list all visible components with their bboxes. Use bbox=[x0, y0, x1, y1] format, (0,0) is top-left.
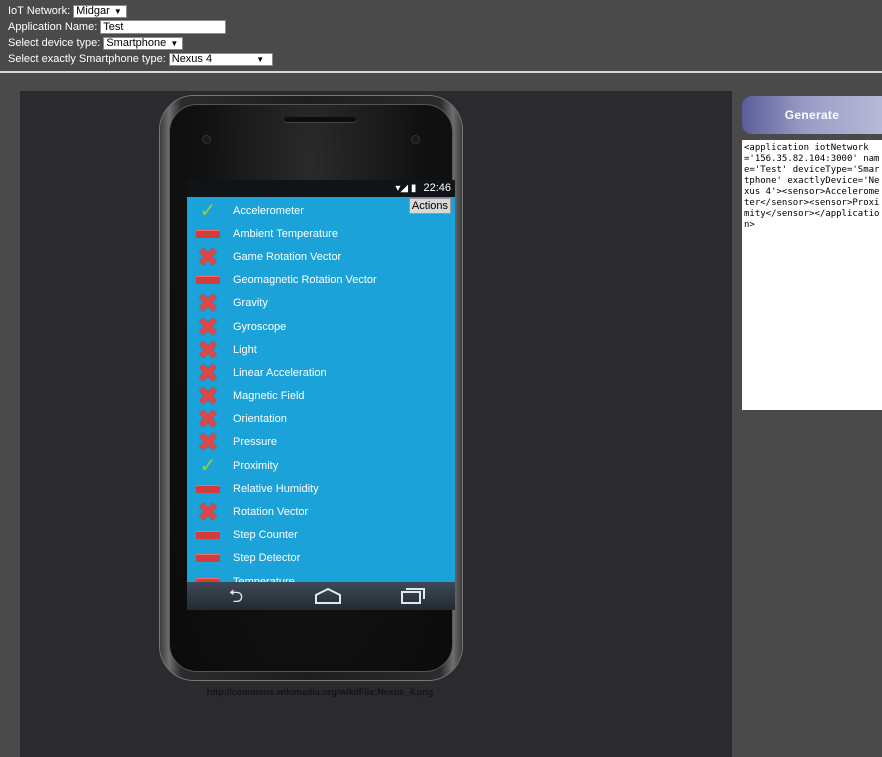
app-name-label: Application Name: bbox=[8, 21, 98, 33]
device-type-row: Select device type: Smartphone ▼ bbox=[8, 36, 184, 50]
cross-icon[interactable]: ✖ bbox=[193, 314, 223, 340]
sensor-label: Game Rotation Vector bbox=[233, 250, 342, 263]
sensor-item[interactable]: Geomagnetic Rotation Vector bbox=[187, 269, 455, 292]
sensor-label: Linear Acceleration bbox=[233, 366, 327, 379]
exact-device-select[interactable]: Nexus 4 ▼ bbox=[168, 52, 274, 66]
speaker-grille bbox=[284, 117, 356, 122]
phone-panel: ▾◢ ▮ 22:46 ✓ Accelerometer Ambient Tempera… bbox=[20, 91, 732, 757]
sensor-label: Orientation bbox=[233, 413, 287, 426]
back-icon[interactable]: ⮌ bbox=[216, 587, 256, 605]
dropdown-arrow-icon: ▼ bbox=[256, 54, 265, 64]
sensor-label: Accelerometer bbox=[233, 204, 304, 217]
sensor-item[interactable]: ✖ Rotation Vector bbox=[187, 499, 455, 525]
exact-device-row: Select exactly Smartphone type: Nexus 4 … bbox=[8, 52, 274, 66]
image-credit: http://commons.wikimedia.org/wiki/File:N… bbox=[206, 687, 434, 697]
sensor-dot bbox=[202, 135, 211, 144]
sensor-item[interactable]: ✖ Orientation bbox=[187, 406, 455, 432]
sensor-item[interactable]: Ambient Temperature bbox=[187, 222, 455, 245]
sensor-label: Pressure bbox=[233, 436, 278, 449]
sensor-label: Ambient Temperature bbox=[233, 227, 338, 240]
actions-button[interactable]: Actions bbox=[408, 198, 451, 214]
recent-apps-icon[interactable] bbox=[400, 587, 426, 605]
sensor-item[interactable]: ✖ Magnetic Field bbox=[187, 383, 455, 409]
cross-icon[interactable]: ✖ bbox=[193, 499, 223, 525]
cross-icon[interactable]: ✖ bbox=[193, 360, 223, 386]
app-name-input[interactable]: Test bbox=[100, 20, 227, 34]
status-bar: ▾◢ ▮ 22:46 bbox=[187, 180, 455, 197]
network-label: IoT Network: bbox=[8, 5, 71, 17]
app-name-row: Application Name: Test bbox=[8, 20, 227, 34]
xml-output[interactable]: <application iotNetwork='156.35.82.104:3… bbox=[742, 140, 882, 410]
sensor-label: Geomagnetic Rotation Vector bbox=[233, 274, 377, 287]
sensor-item[interactable]: Step Detector bbox=[187, 547, 455, 570]
signal-battery-icon: ▾◢ ▮ bbox=[395, 183, 417, 194]
dropdown-arrow-icon: ▼ bbox=[113, 6, 122, 16]
sensor-item[interactable]: ✖ Pressure bbox=[187, 429, 455, 455]
sensor-label: Gravity bbox=[233, 297, 268, 310]
exact-device-select-value: Nexus 4 bbox=[171, 52, 213, 65]
sensor-label: Proximity bbox=[233, 459, 279, 472]
exact-device-label: Select exactly Smartphone type: bbox=[8, 53, 166, 65]
network-select-value: Midgar bbox=[76, 4, 110, 17]
sensor-label: Step Detector bbox=[233, 552, 301, 565]
minus-icon[interactable] bbox=[193, 224, 223, 244]
nav-bar: ⮌ bbox=[187, 582, 455, 610]
cross-icon[interactable]: ✖ bbox=[193, 244, 223, 270]
device-type-select-value: Smartphone bbox=[106, 36, 167, 49]
sensor-item[interactable]: ✖ Gyroscope bbox=[187, 314, 455, 340]
sensor-label: Rotation Vector bbox=[233, 506, 309, 519]
network-row: IoT Network: Midgar ▼ bbox=[8, 4, 127, 18]
status-time: 22:46 bbox=[423, 182, 451, 194]
minus-icon[interactable] bbox=[193, 548, 223, 568]
divider bbox=[0, 71, 882, 73]
sensor-item[interactable]: ✖ Light bbox=[187, 337, 455, 363]
sensor-label: Relative Humidity bbox=[233, 482, 319, 495]
sensor-item[interactable]: ✖ Gravity bbox=[187, 290, 455, 316]
dropdown-arrow-icon: ▼ bbox=[170, 38, 179, 48]
minus-icon[interactable] bbox=[193, 525, 223, 545]
phone-screen: ▾◢ ▮ 22:46 ✓ Accelerometer Ambient Tempera… bbox=[187, 180, 455, 610]
sensor-label: Gyroscope bbox=[233, 320, 287, 333]
phone-bezel: ▾◢ ▮ 22:46 ✓ Accelerometer Ambient Tempera… bbox=[169, 104, 455, 672]
generate-button[interactable]: Generate bbox=[742, 96, 882, 134]
cross-icon[interactable]: ✖ bbox=[193, 337, 223, 363]
phone-frame: ▾◢ ▮ 22:46 ✓ Accelerometer Ambient Tempera… bbox=[160, 96, 462, 680]
cross-icon[interactable]: ✖ bbox=[193, 290, 223, 316]
check-icon[interactable]: ✓ bbox=[193, 201, 223, 221]
sensor-label: Step Counter bbox=[233, 529, 298, 542]
sensor-list: ✓ Accelerometer Ambient Temperature ✖ Game R… bbox=[187, 199, 455, 593]
front-camera bbox=[411, 135, 420, 144]
cross-icon[interactable]: ✖ bbox=[193, 429, 223, 455]
sensor-item[interactable]: Relative Humidity bbox=[187, 477, 455, 500]
cross-icon[interactable]: ✖ bbox=[193, 383, 223, 409]
device-type-select[interactable]: Smartphone ▼ bbox=[103, 36, 184, 50]
sensor-item[interactable]: ✓ Proximity bbox=[187, 454, 455, 477]
minus-icon[interactable] bbox=[193, 479, 223, 499]
home-icon[interactable] bbox=[314, 587, 342, 605]
check-icon[interactable]: ✓ bbox=[193, 456, 223, 476]
sensor-label: Light bbox=[233, 343, 257, 356]
device-type-label: Select device type: bbox=[8, 37, 101, 49]
cross-icon[interactable]: ✖ bbox=[193, 406, 223, 432]
sensor-item[interactable]: ✖ Linear Acceleration bbox=[187, 360, 455, 386]
sensor-item[interactable]: ✖ Game Rotation Vector bbox=[187, 244, 455, 270]
minus-icon[interactable] bbox=[193, 270, 223, 290]
sensor-item[interactable]: Step Counter bbox=[187, 524, 455, 547]
network-select[interactable]: Midgar ▼ bbox=[73, 4, 127, 18]
sensor-label: Magnetic Field bbox=[233, 390, 305, 403]
